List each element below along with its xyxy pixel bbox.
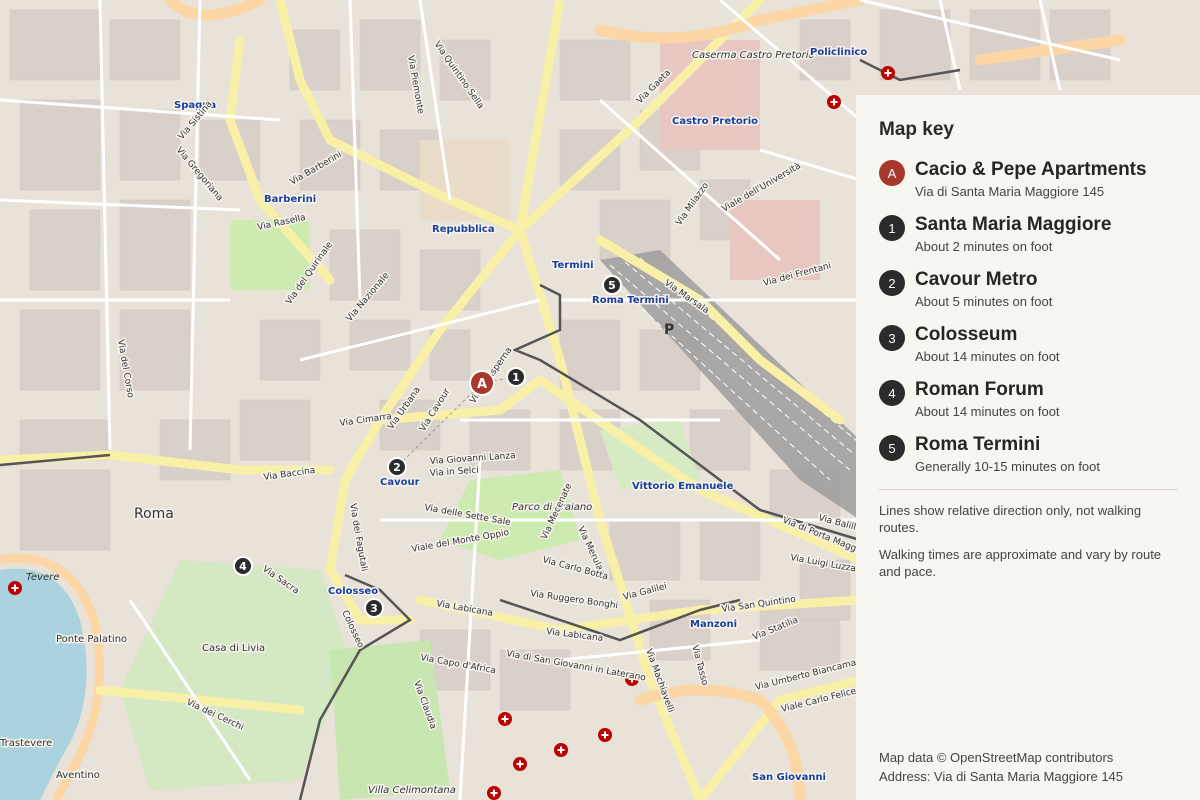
badge-4: 4 — [879, 380, 905, 406]
key-divider — [879, 489, 1178, 490]
badge-5: 5 — [879, 435, 905, 461]
key-item-1[interactable]: 1 Santa Maria Maggiore About 2 minutes o… — [879, 214, 1178, 256]
map-key-panel: Map key A Cacio & Pepe Apartments Via di… — [856, 95, 1200, 800]
svg-text:2: 2 — [393, 461, 401, 474]
station-policlinico: Policlinico — [810, 47, 867, 58]
station-vittorio-emanuele: Vittorio Emanuele — [632, 481, 734, 492]
map-key-title: Map key — [879, 119, 954, 140]
key-item-name: Cacio & Pepe Apartments — [915, 159, 1147, 180]
svg-text:1: 1 — [512, 371, 520, 384]
marker-2[interactable]: 2 — [387, 457, 407, 477]
marker-3[interactable]: 3 — [364, 598, 384, 618]
label-villa-celimontana: Villa Celimontana — [368, 785, 456, 796]
key-item-2[interactable]: 2 Cavour Metro About 5 minutes on foot — [879, 269, 1178, 311]
badge-2: 2 — [879, 270, 905, 296]
key-item-name: Roman Forum — [915, 379, 1044, 400]
footer-address: Address: Via di Santa Maria Maggiore 145 — [879, 769, 1124, 784]
key-note-direction: Lines show relative direction only, not … — [879, 503, 1142, 535]
marker-5[interactable]: 5 — [602, 275, 622, 295]
marker-4[interactable]: 4 — [233, 556, 253, 576]
label-trastevere: Trastevere — [0, 738, 52, 749]
key-item-subtitle: About 14 minutes on foot — [915, 404, 1060, 419]
station-colosseo: Colosseo — [328, 586, 378, 597]
svg-text:4: 4 — [239, 560, 247, 573]
key-item-3[interactable]: 3 Colosseum About 14 minutes on foot — [879, 324, 1178, 366]
key-item-home[interactable]: A Cacio & Pepe Apartments Via di Santa M… — [879, 159, 1178, 201]
parking-icon: P — [664, 322, 674, 338]
key-item-name: Colosseum — [915, 324, 1018, 345]
badge-3: 3 — [879, 325, 905, 351]
label-ponte-palatino: Ponte Palatino — [56, 634, 127, 645]
station-san-giovanni: San Giovanni — [752, 772, 826, 783]
station-repubblica: Repubblica — [432, 224, 495, 235]
badge-a: A — [879, 160, 905, 186]
key-item-subtitle: About 5 minutes on foot — [915, 294, 1053, 309]
station-barberini: Barberini — [264, 194, 316, 205]
station-termini: Termini — [552, 260, 594, 271]
map-attribution: Map data © OpenStreetMap contributors — [879, 750, 1114, 765]
key-item-name: Roma Termini — [915, 434, 1041, 455]
svg-text:A: A — [477, 377, 487, 392]
station-castro-pretorio: Castro Pretorio — [672, 116, 758, 127]
key-item-subtitle: About 2 minutes on foot — [915, 239, 1053, 254]
key-item-subtitle: Via di Santa Maria Maggiore 145 — [915, 184, 1105, 199]
key-item-name: Cavour Metro — [915, 269, 1038, 290]
key-item-subtitle: Generally 10-15 minutes on foot — [915, 459, 1100, 474]
key-footer: Map data © OpenStreetMap contributors Ad… — [879, 748, 1123, 786]
label-roma: Roma — [134, 506, 174, 522]
label-tevere: Tevere — [26, 572, 59, 583]
badge-1: 1 — [879, 215, 905, 241]
key-item-subtitle: About 14 minutes on foot — [915, 349, 1060, 364]
svg-text:5: 5 — [608, 279, 616, 292]
key-note-walking-times: Walking times are approximate and vary b… — [879, 547, 1162, 579]
label-casa-livia: Casa di Livia — [202, 643, 265, 654]
key-item-name: Santa Maria Maggiore — [915, 214, 1112, 235]
key-item-5[interactable]: 5 Roma Termini Generally 10-15 minutes o… — [879, 434, 1178, 476]
station-cavour: Cavour — [380, 477, 420, 488]
svg-text:3: 3 — [370, 602, 378, 615]
station-manzoni: Manzoni — [690, 619, 737, 630]
marker-home-a[interactable]: A — [469, 370, 495, 396]
label-caserma: Caserma Castro Pretorio — [692, 50, 815, 61]
marker-1[interactable]: 1 — [506, 367, 526, 387]
label-aventino: Aventino — [56, 770, 100, 781]
key-item-4[interactable]: 4 Roman Forum About 14 minutes on foot — [879, 379, 1178, 421]
station-roma-termini: Roma Termini — [592, 295, 669, 306]
